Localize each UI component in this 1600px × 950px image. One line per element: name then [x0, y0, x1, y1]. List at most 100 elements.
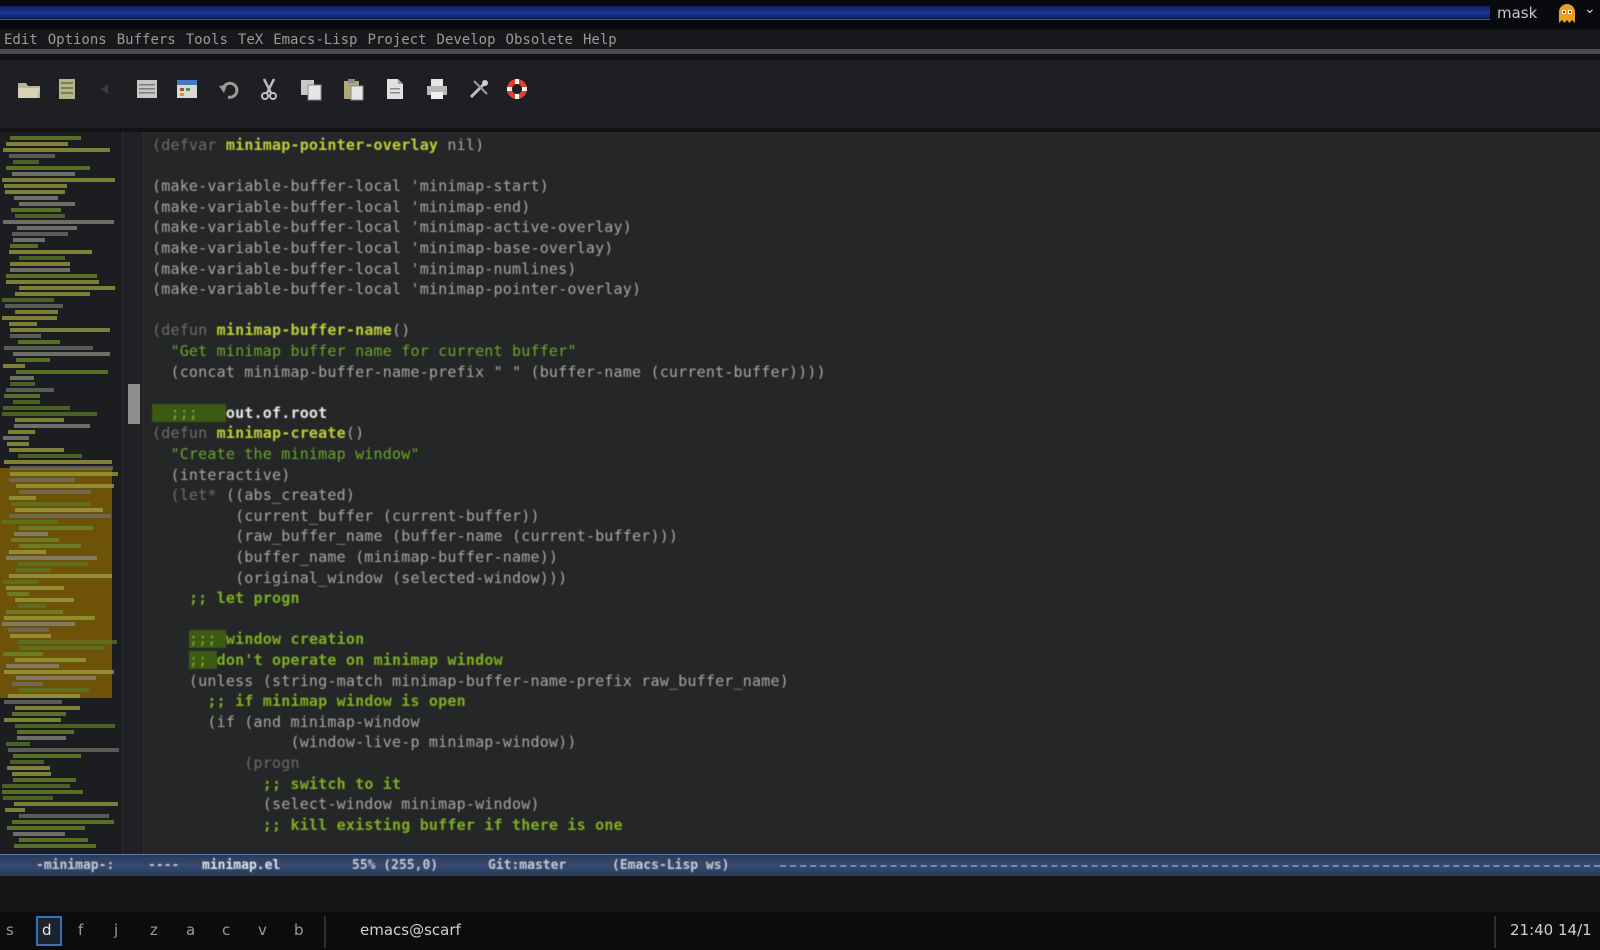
- minimap-line: [18, 562, 88, 566]
- save-file-icon[interactable]: [52, 74, 82, 104]
- minimap-line: [13, 400, 40, 404]
- code-token: (defun: [152, 424, 217, 443]
- minimap-line: [19, 286, 115, 290]
- cut-icon[interactable]: [254, 74, 284, 104]
- code-token: (concat minimap-buffer-name-prefix " " (…: [152, 362, 826, 381]
- window-title-strip[interactable]: [0, 6, 1490, 20]
- code-token: (interactive): [152, 465, 291, 484]
- undo-icon[interactable]: [214, 74, 244, 104]
- minimap-line: [3, 148, 110, 152]
- minimap-line: [8, 628, 49, 632]
- code-token: (raw_buffer_name (buffer-name (current-b…: [152, 527, 679, 546]
- code-editor[interactable]: (defvar minimap-pointer-overlay nil) (mak…: [144, 132, 1600, 854]
- minimap-line: [18, 454, 82, 458]
- minimap-line: [4, 346, 93, 350]
- workspace-c[interactable]: c: [222, 921, 230, 939]
- minimap-line: [17, 730, 74, 734]
- code-token: (let*: [152, 486, 226, 505]
- minimap-line: [15, 598, 74, 602]
- code-token: ;;;: [152, 403, 199, 422]
- code-token: (original_window (selected-window))): [152, 568, 568, 587]
- menu-buffers[interactable]: Buffers: [117, 32, 176, 48]
- minimap-line: [17, 640, 117, 644]
- code-token: "Get minimap buffer name for current buf…: [152, 342, 577, 360]
- minimap-line: [13, 352, 110, 356]
- minimap-line: [4, 184, 67, 188]
- workspace-a[interactable]: a: [186, 921, 195, 939]
- minimap-line: [19, 202, 75, 206]
- code-token: ;; let progn: [188, 589, 300, 608]
- taskbar-window-title[interactable]: emacs@scarf: [360, 921, 461, 939]
- mode-line-buffer-name[interactable]: minimap.el: [202, 858, 280, 873]
- minimap-line: [3, 580, 39, 584]
- workspace-b[interactable]: b: [294, 921, 304, 939]
- pacman-ghost-icon[interactable]: [1556, 3, 1578, 25]
- calendar-icon[interactable]: [172, 74, 202, 104]
- workspace-s[interactable]: s: [6, 921, 14, 939]
- minimap-line: [13, 238, 45, 242]
- menu-help[interactable]: Help: [583, 32, 617, 48]
- minimap-line: [3, 796, 53, 800]
- vertical-scrollbar[interactable]: [122, 132, 144, 854]
- code-line: (make-variable-buffer-local 'minimap-sta…: [152, 177, 549, 198]
- list-icon[interactable]: [132, 74, 162, 104]
- tools-icon[interactable]: [464, 74, 494, 104]
- minimap-line: [10, 244, 38, 248]
- menu-develop[interactable]: Develop: [437, 32, 496, 48]
- mode-line-major-mode[interactable]: (Emacs-Lisp ws): [612, 858, 729, 873]
- workspace-j[interactable]: j: [114, 921, 118, 939]
- code-line: (make-variable-buffer-local 'minimap-act…: [152, 218, 632, 239]
- code-token: (defun: [152, 321, 217, 340]
- echo-area[interactable]: [0, 876, 1600, 912]
- code-line: "Get minimap buffer name for current buf…: [152, 342, 577, 363]
- code-line: (defun minimap-buffer-name(): [152, 321, 410, 342]
- menu-tools[interactable]: Tools: [186, 32, 228, 48]
- code-line: (select-window minimap-window): [152, 795, 540, 816]
- menu-obsolete[interactable]: Obsolete: [506, 32, 573, 48]
- minimap-line: [5, 808, 25, 812]
- workspace-v[interactable]: v: [258, 921, 267, 939]
- workspace-d[interactable]: d: [42, 921, 52, 939]
- minimap-line: [18, 604, 46, 608]
- code-line: (make-variable-buffer-local 'minimap-poi…: [152, 280, 641, 301]
- menu-edit[interactable]: Edit: [4, 32, 38, 48]
- minimap-line: [11, 538, 59, 542]
- chevron-down-icon[interactable]: ⌄: [1584, 1, 1596, 17]
- minimap-panel[interactable]: [0, 132, 122, 854]
- code-line: (make-variable-buffer-local 'minimap-end…: [152, 198, 530, 219]
- menu-tex[interactable]: TeX: [238, 32, 263, 48]
- open-folder-icon[interactable]: [14, 74, 44, 104]
- code-token: (select-window minimap-window): [152, 795, 540, 814]
- mode-line-encoding: -minimap-:: [36, 858, 115, 873]
- back-icon[interactable]: [90, 74, 120, 104]
- help-lifebuoy-icon[interactable]: [502, 74, 532, 104]
- code-token: ;; switch to it: [262, 774, 402, 793]
- minimap-line: [12, 712, 66, 716]
- menu-options[interactable]: Options: [48, 32, 107, 48]
- minimap-line: [4, 718, 61, 722]
- copy-icon[interactable]: [296, 74, 326, 104]
- code-token: (defvar: [152, 136, 226, 154]
- minimap-line: [15, 724, 115, 728]
- scrollbar-thumb[interactable]: [128, 384, 140, 424]
- minimap-line: [6, 142, 68, 146]
- mode-line-git-branch[interactable]: Git:master: [488, 858, 566, 873]
- minimap-line: [2, 412, 97, 416]
- code-line: (current_buffer (current-buffer)): [152, 507, 540, 528]
- print-icon[interactable]: [422, 74, 452, 104]
- menu-emacs-lisp[interactable]: Emacs-Lisp: [273, 32, 357, 48]
- workspace-f[interactable]: f: [78, 921, 83, 939]
- menu-project[interactable]: Project: [368, 32, 427, 48]
- workspace-z[interactable]: z: [150, 921, 158, 939]
- code-line: ;; kill existing buffer if there is one: [152, 816, 623, 837]
- minimap-line: [6, 388, 54, 392]
- mode-line: -minimap-: ---- minimap.el 55% (255,0) G…: [0, 854, 1600, 876]
- minimap-line: [3, 436, 29, 440]
- minimap-line: [13, 778, 76, 782]
- paste-icon[interactable]: [338, 74, 368, 104]
- minimap-line: [6, 280, 99, 284]
- new-document-icon[interactable]: [380, 74, 410, 104]
- minimap-line: [14, 196, 58, 200]
- minimap-line: [17, 736, 66, 740]
